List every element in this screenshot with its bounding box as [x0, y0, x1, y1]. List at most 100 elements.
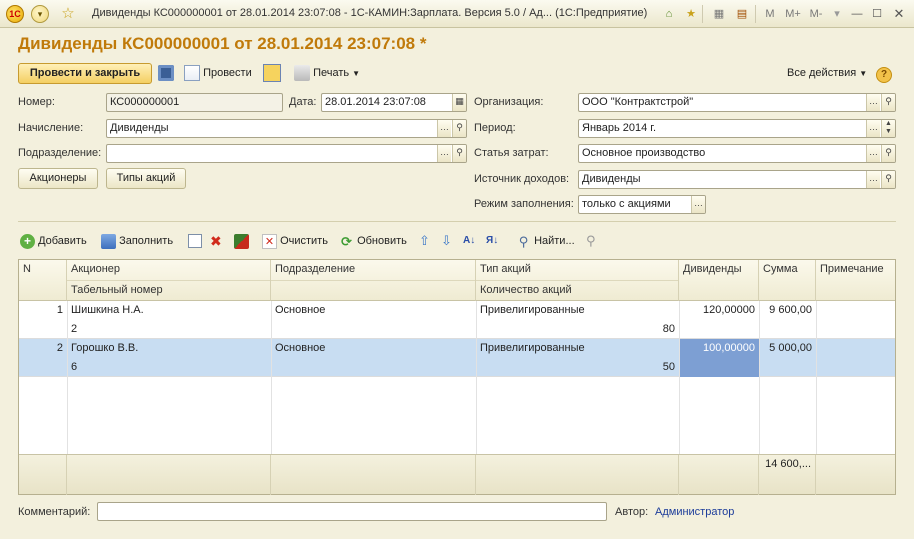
share-types-button[interactable]: Типы акций — [106, 168, 186, 189]
app-logo-icon[interactable]: 1С — [6, 5, 24, 23]
fill-icon — [101, 233, 116, 249]
search-icon: ⚲ — [518, 233, 529, 249]
memory-m-plus-button[interactable]: M+ — [781, 5, 805, 23]
select-ellipsis-icon[interactable]: … — [437, 145, 451, 162]
save-button[interactable] — [158, 63, 174, 84]
refresh-button[interactable]: ⟳ Обновить — [339, 232, 407, 250]
mark-delete-icon — [234, 233, 249, 249]
memory-m-button[interactable]: M — [761, 5, 779, 23]
dropdown-icon[interactable]: ▾ — [828, 5, 846, 23]
add-row-button[interactable]: + Добавить — [20, 232, 87, 250]
calculator-icon[interactable]: ▦ — [710, 5, 728, 23]
col-header-shareholder[interactable]: Акционер Табельный номер — [67, 260, 271, 301]
calendar-icon[interactable]: ▤ — [733, 5, 751, 23]
accrual-field[interactable]: Дивиденды … ⚲ — [106, 119, 467, 138]
select-ellipsis-icon[interactable]: … — [866, 94, 880, 111]
find-button[interactable]: ⚲ Найти... — [516, 232, 575, 250]
col-header-dividends[interactable]: Дивиденды — [679, 260, 759, 301]
refresh-icon: ⟳ — [341, 233, 352, 249]
structure-button[interactable] — [263, 63, 281, 84]
close-icon[interactable]: ✕ — [890, 5, 908, 23]
search-icon[interactable]: ⚲ — [881, 145, 895, 162]
col-header-share-type[interactable]: Тип акций Количество акций — [476, 260, 679, 301]
clear-icon: ✕ — [262, 233, 277, 249]
help-icon: ? — [876, 67, 892, 84]
select-ellipsis-icon[interactable]: … — [866, 171, 880, 188]
active-cell[interactable]: 100,00000 — [679, 339, 759, 377]
minimize-icon[interactable]: — — [848, 5, 866, 23]
favorite-star-icon[interactable]: ☆ — [59, 5, 77, 23]
main-menu-icon[interactable]: ▾ — [31, 5, 49, 23]
search-icon[interactable]: ⚲ — [452, 120, 466, 137]
income-source-field[interactable]: Дивиденды … ⚲ — [578, 170, 896, 189]
copy-add-icon — [188, 234, 202, 249]
post-button[interactable]: Провести — [184, 63, 252, 84]
shareholders-table[interactable]: N Акционер Табельный номер Подразделение… — [18, 259, 896, 495]
date-field[interactable]: 28.01.2014 23:07:08 ▦ — [321, 93, 467, 112]
comment-label: Комментарий: — [18, 506, 91, 518]
fill-mode-field[interactable]: только с акциями … — [578, 195, 706, 214]
table-footer: 14 600,... — [19, 454, 895, 495]
post-icon — [184, 65, 200, 82]
select-ellipsis-icon[interactable]: … — [691, 196, 705, 213]
sort-descending-icon[interactable]: Я↓ — [486, 232, 498, 250]
date-label: Дата: — [289, 96, 317, 108]
select-ellipsis-icon[interactable]: … — [866, 120, 880, 137]
organization-field[interactable]: ООО "Контрактстрой" … ⚲ — [578, 93, 896, 112]
add-icon: + — [20, 233, 35, 249]
period-field[interactable]: Январь 2014 г. … ▲ ▼ — [578, 119, 896, 138]
delete-row-icon[interactable]: ✖ — [210, 232, 222, 250]
memory-m-minus-button[interactable]: M- — [805, 5, 827, 23]
home-icon[interactable]: ⌂ — [660, 5, 678, 23]
author-link[interactable]: Администратор — [655, 506, 734, 518]
accrual-label: Начисление: — [18, 122, 84, 134]
shareholders-button[interactable]: Акционеры — [18, 168, 98, 189]
window-title: Дивиденды КС000000001 от 28.01.2014 23:0… — [92, 7, 648, 19]
save-icon — [158, 65, 174, 82]
copy-row-button[interactable] — [188, 232, 202, 250]
cost-item-field[interactable]: Основное производство … ⚲ — [578, 144, 896, 163]
col-header-department[interactable]: Подразделение — [271, 260, 476, 301]
clear-button[interactable]: ✕ Очистить — [262, 232, 328, 250]
organization-label: Организация: — [474, 96, 544, 108]
cancel-search-icon[interactable]: ⚲ — [586, 232, 596, 250]
chevron-down-icon: ▼ — [859, 69, 868, 78]
fill-mode-label: Режим заполнения: — [474, 198, 574, 210]
maximize-icon[interactable]: ☐ — [868, 5, 886, 23]
number-label: Номер: — [18, 96, 55, 108]
number-field[interactable]: КС000000001 — [106, 93, 283, 112]
income-source-label: Источник доходов: — [474, 173, 570, 185]
chevron-down-icon: ▼ — [352, 69, 361, 78]
spinner-updown-icon[interactable]: ▲ ▼ — [881, 120, 895, 137]
move-down-icon[interactable]: ⇩ — [441, 232, 452, 250]
select-ellipsis-icon[interactable]: … — [437, 120, 451, 137]
author-label: Автор: — [615, 506, 649, 518]
divider — [18, 221, 896, 222]
mark-delete-button[interactable] — [234, 232, 249, 250]
select-ellipsis-icon[interactable]: … — [866, 145, 880, 162]
help-button[interactable]: ? — [876, 65, 892, 86]
search-icon[interactable]: ⚲ — [881, 94, 895, 111]
post-and-close-button[interactable]: Провести и закрыть — [18, 63, 152, 84]
period-label: Период: — [474, 122, 516, 134]
page-title: Дивиденды КС000000001 от 28.01.2014 23:0… — [18, 34, 427, 53]
search-icon[interactable]: ⚲ — [881, 171, 895, 188]
favorites-icon[interactable]: ★ — [682, 5, 700, 23]
col-header-n[interactable]: N — [19, 260, 67, 301]
department-label: Подразделение: — [18, 147, 102, 159]
department-field[interactable]: … ⚲ — [106, 144, 467, 163]
all-actions-button[interactable]: Все действия ▼ — [787, 63, 867, 84]
sort-ascending-icon[interactable]: A↓ — [463, 232, 475, 250]
print-button[interactable]: Печать ▼ — [294, 63, 360, 84]
fill-button[interactable]: Заполнить — [101, 232, 173, 250]
comment-input[interactable] — [97, 502, 607, 521]
table-row[interactable]: 1 Шишкина Н.А. 2 Основное Привелигирован… — [19, 301, 895, 339]
title-bar: 1С ▾ ☆ Дивиденды КС000000001 от 28.01.20… — [0, 0, 914, 28]
table-row[interactable]: 2 Горошко В.В. 6 Основное Привелигирован… — [19, 339, 895, 377]
calendar-icon[interactable]: ▦ — [452, 94, 466, 111]
structure-icon — [263, 64, 281, 83]
search-icon[interactable]: ⚲ — [452, 145, 466, 162]
move-up-icon[interactable]: ⇧ — [419, 232, 430, 250]
col-header-sum[interactable]: Сумма — [759, 260, 816, 301]
col-header-note[interactable]: Примечание — [816, 260, 895, 301]
